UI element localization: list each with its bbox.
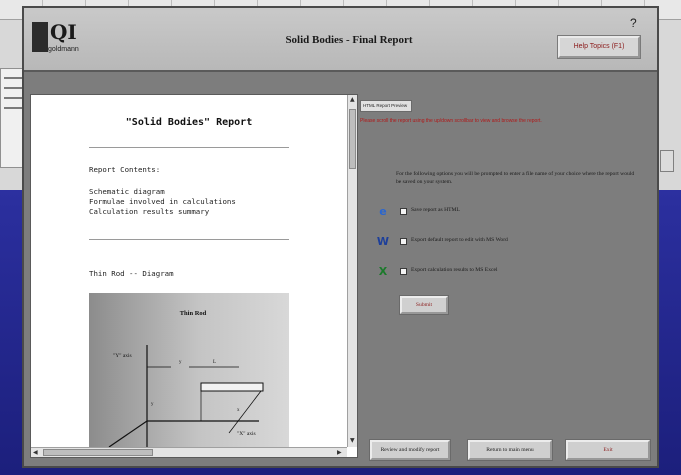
option-export-word[interactable]: W Export default report to edit with MS …	[374, 234, 634, 252]
dimension-label: y	[179, 360, 182, 365]
diagram-title: Thin Rod	[180, 310, 207, 317]
scroll-down-icon[interactable]: ▼	[350, 437, 355, 444]
length-label: L	[213, 360, 216, 365]
contents-list: Schematic diagram Formulae involved in c…	[89, 187, 236, 216]
ms-word-icon: W	[376, 235, 390, 248]
export-word-checkbox[interactable]	[400, 238, 407, 245]
section-heading: Thin Rod -- Diagram	[89, 269, 174, 278]
y-axis-label: "Y" axis	[113, 353, 132, 359]
report-window: QI goldmann Solid Bodies - Final Report …	[22, 6, 659, 468]
scroll-up-icon[interactable]: ▲	[350, 96, 355, 103]
report-preview-pane[interactable]: "Solid Bodies" Report Report Contents: S…	[30, 94, 358, 458]
window-header: QI goldmann Solid Bodies - Final Report …	[24, 8, 657, 72]
rod-projection	[228, 390, 262, 434]
logo-mark	[32, 22, 48, 52]
submit-button[interactable]: Submit	[399, 295, 449, 315]
save-instructions: For the following options you will be pr…	[396, 171, 635, 185]
company-logo: QI goldmann	[32, 20, 84, 60]
scroll-left-icon[interactable]: ◀	[33, 449, 38, 456]
help-cursor-icon[interactable]: ?	[630, 16, 637, 30]
z-axis-line	[108, 420, 148, 447]
html-preview-tab[interactable]: HTML Report Preview	[360, 100, 412, 112]
dimension-label: y	[151, 402, 154, 407]
logo-subtext: goldmann	[48, 46, 79, 53]
diagram-svg: Thin Rod "Y" axis "X" axis y L x y	[108, 310, 264, 447]
contents-heading: Report Contents:	[89, 165, 161, 174]
export-word-label: Export default report to edit with MS Wo…	[411, 237, 508, 243]
report-title: "Solid Bodies" Report	[125, 117, 253, 128]
horizontal-scrollbar[interactable]: ◀ ▶	[31, 447, 347, 457]
review-modify-button[interactable]: Review and modify report	[369, 439, 451, 461]
export-excel-label: Export calculation results to MS Excel	[411, 267, 498, 273]
vertical-scroll-thumb[interactable]	[349, 109, 356, 169]
background-button	[660, 150, 674, 172]
option-export-excel[interactable]: X Export calculation results to MS Excel	[374, 264, 634, 282]
dimension-label: x	[237, 408, 240, 413]
export-excel-checkbox[interactable]	[400, 268, 407, 275]
logo-text: QI	[50, 20, 77, 44]
horizontal-scroll-thumb[interactable]	[43, 449, 153, 456]
thin-rod-diagram: Thin Rod "Y" axis "X" axis y L x y	[89, 293, 289, 447]
scroll-right-icon[interactable]: ▶	[337, 449, 342, 456]
rod-shape	[200, 382, 264, 392]
divider	[89, 147, 289, 148]
x-axis-label: "X" axis	[237, 431, 256, 437]
vertical-scrollbar[interactable]: ▲ ▼	[347, 95, 357, 447]
report-document: "Solid Bodies" Report Report Contents: S…	[31, 95, 347, 447]
return-main-menu-button[interactable]: Return to main menu	[467, 439, 553, 461]
ms-excel-icon: X	[378, 265, 388, 278]
scroll-notice: Please scroll the report using the up/do…	[360, 118, 542, 124]
divider	[89, 239, 289, 240]
save-html-checkbox[interactable]	[400, 208, 407, 215]
window-title: Solid Bodies - Final Report	[285, 34, 413, 46]
save-html-label: Save report as HTML	[411, 207, 460, 213]
exit-button[interactable]: Exit	[565, 439, 651, 461]
option-save-html[interactable]: e Save report as HTML	[374, 204, 634, 222]
internet-explorer-icon: e	[379, 205, 387, 218]
help-topics-button[interactable]: Help Topics (F1)	[557, 35, 641, 59]
